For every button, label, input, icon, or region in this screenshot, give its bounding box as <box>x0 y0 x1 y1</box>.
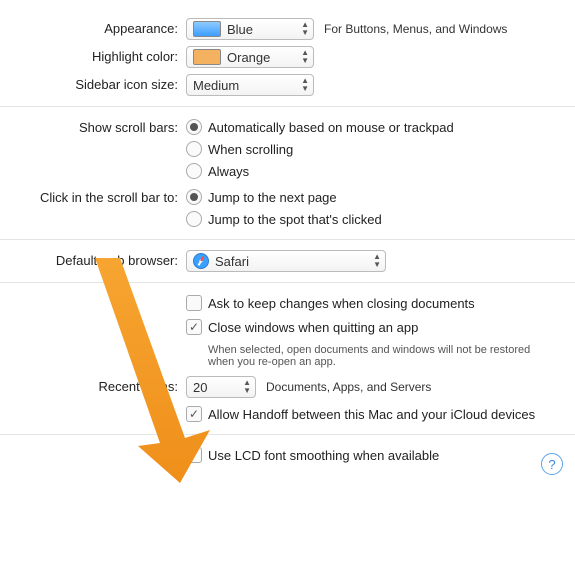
sidebar-size-value: Medium <box>193 78 239 93</box>
handoff-checkbox[interactable]: Allow Handoff between this Mac and your … <box>186 404 535 424</box>
close-windows-checkbox[interactable]: Close windows when quitting an app <box>186 317 418 337</box>
chevron-updown-icon: ▲▼ <box>243 379 251 395</box>
sidebar-size-popup[interactable]: Medium ▲▼ <box>186 74 314 96</box>
recent-value: 20 <box>193 380 207 395</box>
clickscroll-option-clicked-spot[interactable]: Jump to the spot that's clicked <box>186 209 382 229</box>
orange-swatch-icon <box>193 49 221 65</box>
radio-icon <box>186 141 202 157</box>
blue-swatch-icon <box>193 21 221 37</box>
safari-icon <box>193 253 209 269</box>
radio-label: When scrolling <box>208 142 293 157</box>
clickscroll-option-next-page[interactable]: Jump to the next page <box>186 187 382 207</box>
radio-label: Always <box>208 164 249 179</box>
checkbox-icon <box>186 319 202 335</box>
browser-label: Default web browser: <box>0 250 186 268</box>
appearance-hint: For Buttons, Menus, and Windows <box>324 22 507 36</box>
separator <box>0 239 575 240</box>
chevron-updown-icon: ▲▼ <box>301 49 309 65</box>
check-label: Use LCD font smoothing when available <box>208 448 439 463</box>
scrollbars-option-always[interactable]: Always <box>186 161 454 181</box>
check-label: Close windows when quitting an app <box>208 320 418 335</box>
sidebar-size-label: Sidebar icon size: <box>0 74 186 92</box>
radio-label: Jump to the spot that's clicked <box>208 212 382 227</box>
chevron-updown-icon: ▲▼ <box>373 253 381 269</box>
close-windows-subtext: When selected, open documents and window… <box>208 344 548 368</box>
radio-label: Jump to the next page <box>208 190 337 205</box>
checkbox-icon <box>186 447 202 463</box>
checkbox-icon <box>186 295 202 311</box>
recent-items-popup[interactable]: 20 ▲▼ <box>186 376 256 398</box>
radio-label: Automatically based on mouse or trackpad <box>208 120 454 135</box>
ask-changes-checkbox[interactable]: Ask to keep changes when closing documen… <box>186 293 475 313</box>
appearance-value: Blue <box>227 22 253 37</box>
highlight-label: Highlight color: <box>0 46 186 64</box>
recent-label: Recent items: <box>0 376 186 394</box>
recent-hint: Documents, Apps, and Servers <box>266 380 431 394</box>
radio-icon <box>186 189 202 205</box>
check-label: Ask to keep changes when closing documen… <box>208 296 475 311</box>
separator <box>0 106 575 107</box>
lcd-smoothing-checkbox[interactable]: Use LCD font smoothing when available <box>186 445 439 465</box>
chevron-updown-icon: ▲▼ <box>301 21 309 37</box>
browser-value: Safari <box>215 254 249 269</box>
radio-icon <box>186 163 202 179</box>
checkbox-icon <box>186 406 202 422</box>
highlight-popup[interactable]: Orange ▲▼ <box>186 46 314 68</box>
separator <box>0 282 575 283</box>
separator <box>0 434 575 435</box>
scrollbars-option-auto[interactable]: Automatically based on mouse or trackpad <box>186 117 454 137</box>
appearance-popup[interactable]: Blue ▲▼ <box>186 18 314 40</box>
highlight-value: Orange <box>227 50 270 65</box>
chevron-updown-icon: ▲▼ <box>301 77 309 93</box>
scrollbars-label: Show scroll bars: <box>0 117 186 135</box>
help-button[interactable]: ? <box>541 453 563 475</box>
clickscroll-label: Click in the scroll bar to: <box>0 187 186 205</box>
radio-icon <box>186 119 202 135</box>
radio-icon <box>186 211 202 227</box>
browser-popup[interactable]: Safari ▲▼ <box>186 250 386 272</box>
scrollbars-option-when-scrolling[interactable]: When scrolling <box>186 139 454 159</box>
check-label: Allow Handoff between this Mac and your … <box>208 407 535 422</box>
appearance-label: Appearance: <box>0 18 186 36</box>
